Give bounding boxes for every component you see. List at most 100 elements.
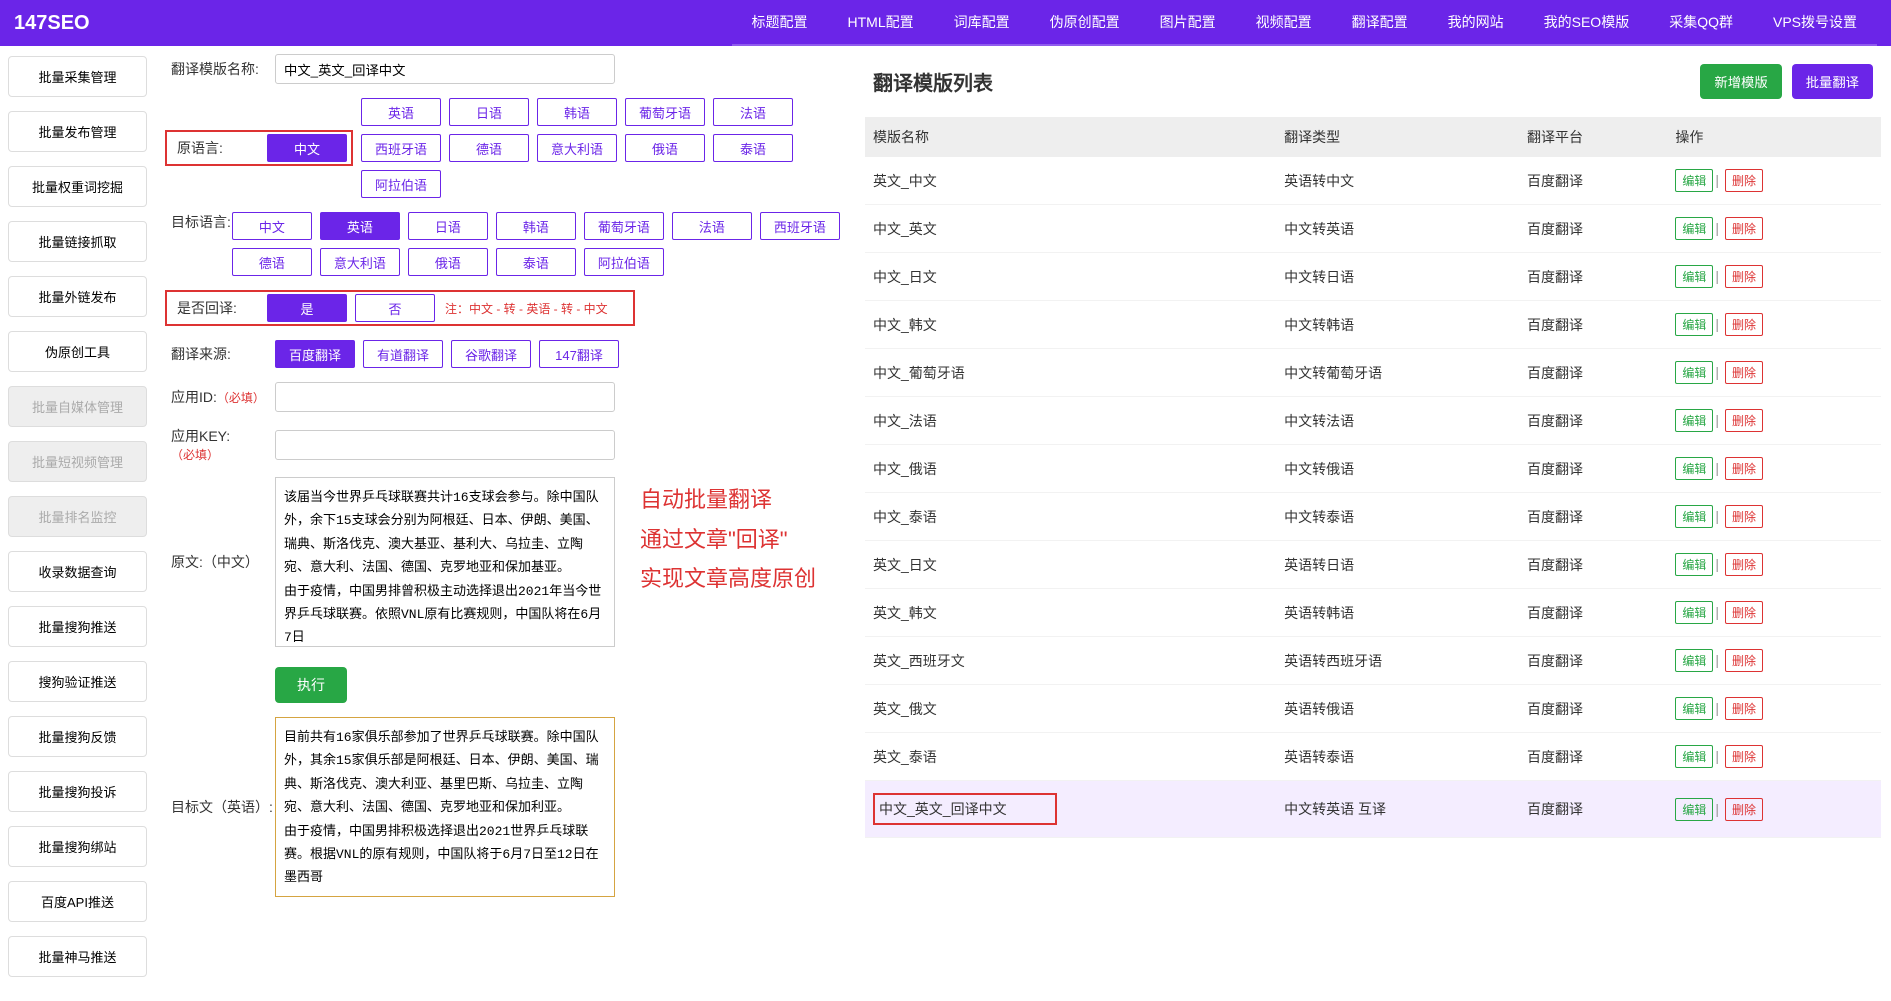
table-row[interactable]: 中文_俄语中文转俄语百度翻译编辑|删除 [865, 445, 1881, 493]
new-template-button[interactable]: 新增模版 [1700, 64, 1781, 99]
topnav-item[interactable]: 我的网站 [1428, 0, 1524, 46]
topnav-item[interactable]: HTML配置 [828, 0, 934, 46]
sidebar-item[interactable]: 搜狗验证推送 [8, 661, 147, 702]
topnav-item[interactable]: VPS拨号设置 [1753, 0, 1877, 46]
sidebar-item[interactable]: 收录数据查询 [8, 551, 147, 592]
appid-input[interactable] [275, 382, 615, 412]
srclang-opt-selected[interactable]: 中文 [267, 134, 347, 162]
topnav-item[interactable]: 视频配置 [1236, 0, 1332, 46]
lang-option[interactable]: 葡萄牙语 [584, 212, 664, 240]
edit-button[interactable]: 编辑 [1675, 361, 1713, 384]
edit-button[interactable]: 编辑 [1675, 649, 1713, 672]
edit-button[interactable]: 编辑 [1675, 697, 1713, 720]
sidebar-item[interactable]: 伪原创工具 [8, 331, 147, 372]
lang-option[interactable]: 葡萄牙语 [625, 98, 705, 126]
backtrans-option[interactable]: 否 [355, 294, 435, 322]
lang-option[interactable]: 泰语 [496, 248, 576, 276]
sidebar-item[interactable]: 批量搜狗投诉 [8, 771, 147, 812]
sidebar-item[interactable]: 批量搜狗绑站 [8, 826, 147, 867]
sidebar-item[interactable]: 批量神马推送 [8, 936, 147, 977]
tplname-input[interactable] [275, 54, 615, 84]
lang-option[interactable]: 法语 [713, 98, 793, 126]
srctext-input[interactable] [275, 477, 615, 647]
source-option[interactable]: 有道翻译 [363, 340, 443, 368]
sidebar-item[interactable]: 批量搜狗推送 [8, 606, 147, 647]
source-option[interactable]: 147翻译 [539, 340, 619, 368]
source-option[interactable]: 百度翻译 [275, 340, 355, 368]
edit-button[interactable]: 编辑 [1675, 457, 1713, 480]
delete-button[interactable]: 删除 [1725, 457, 1763, 480]
lang-option[interactable]: 德语 [449, 134, 529, 162]
sidebar-item[interactable]: 批量发布管理 [8, 111, 147, 152]
edit-button[interactable]: 编辑 [1675, 217, 1713, 240]
delete-button[interactable]: 删除 [1725, 217, 1763, 240]
delete-button[interactable]: 删除 [1725, 505, 1763, 528]
table-row[interactable]: 英文_西班牙文英语转西班牙语百度翻译编辑|删除 [865, 637, 1881, 685]
delete-button[interactable]: 删除 [1725, 601, 1763, 624]
topnav-item[interactable]: 采集QQ群 [1649, 0, 1753, 46]
sidebar-item[interactable]: 批量外链发布 [8, 276, 147, 317]
edit-button[interactable]: 编辑 [1675, 553, 1713, 576]
lang-option[interactable]: 日语 [408, 212, 488, 240]
table-row[interactable]: 英文_中文英语转中文百度翻译编辑|删除 [865, 157, 1881, 205]
topnav-item[interactable]: 词库配置 [934, 0, 1030, 46]
lang-option[interactable]: 西班牙语 [361, 134, 441, 162]
sidebar-item[interactable]: 百度API推送 [8, 881, 147, 922]
lang-option[interactable]: 中文 [232, 212, 312, 240]
delete-button[interactable]: 删除 [1725, 313, 1763, 336]
lang-option[interactable]: 西班牙语 [760, 212, 840, 240]
lang-option[interactable]: 德语 [232, 248, 312, 276]
lang-option[interactable]: 法语 [672, 212, 752, 240]
sidebar-item[interactable]: 批量采集管理 [8, 56, 147, 97]
table-row[interactable]: 英文_日文英语转日语百度翻译编辑|删除 [865, 541, 1881, 589]
table-row[interactable]: 中文_韩文中文转韩语百度翻译编辑|删除 [865, 301, 1881, 349]
lang-option[interactable]: 泰语 [713, 134, 793, 162]
lang-option[interactable]: 韩语 [496, 212, 576, 240]
table-row[interactable]: 中文_泰语中文转泰语百度翻译编辑|删除 [865, 493, 1881, 541]
backtrans-option[interactable]: 是 [267, 294, 347, 322]
lang-option[interactable]: 意大利语 [537, 134, 617, 162]
edit-button[interactable]: 编辑 [1675, 745, 1713, 768]
execute-button[interactable]: 执行 [275, 667, 347, 703]
edit-button[interactable]: 编辑 [1675, 505, 1713, 528]
sidebar-item[interactable]: 批量权重词挖掘 [8, 166, 147, 207]
lang-option[interactable]: 日语 [449, 98, 529, 126]
lang-option[interactable]: 阿拉伯语 [361, 170, 441, 198]
lang-option[interactable]: 阿拉伯语 [584, 248, 664, 276]
delete-button[interactable]: 删除 [1725, 169, 1763, 192]
source-option[interactable]: 谷歌翻译 [451, 340, 531, 368]
appkey-input[interactable] [275, 430, 615, 460]
lang-option[interactable]: 英语 [320, 212, 400, 240]
delete-button[interactable]: 删除 [1725, 745, 1763, 768]
delete-button[interactable]: 删除 [1725, 649, 1763, 672]
lang-option[interactable]: 俄语 [625, 134, 705, 162]
table-row[interactable]: 中文_日文中文转日语百度翻译编辑|删除 [865, 253, 1881, 301]
lang-option[interactable]: 俄语 [408, 248, 488, 276]
delete-button[interactable]: 删除 [1725, 361, 1763, 384]
topnav-item[interactable]: 我的SEO模版 [1524, 0, 1650, 46]
table-row[interactable]: 英文_韩文英语转韩语百度翻译编辑|删除 [865, 589, 1881, 637]
lang-option[interactable]: 韩语 [537, 98, 617, 126]
edit-button[interactable]: 编辑 [1675, 169, 1713, 192]
delete-button[interactable]: 删除 [1725, 265, 1763, 288]
lang-option[interactable]: 英语 [361, 98, 441, 126]
sidebar-item[interactable]: 批量链接抓取 [8, 221, 147, 262]
table-row[interactable]: 中文_法语中文转法语百度翻译编辑|删除 [865, 397, 1881, 445]
table-row[interactable]: 中文_葡萄牙语中文转葡萄牙语百度翻译编辑|删除 [865, 349, 1881, 397]
topnav-item[interactable]: 翻译配置 [1332, 0, 1428, 46]
delete-button[interactable]: 删除 [1725, 553, 1763, 576]
batch-translate-button[interactable]: 批量翻译 [1792, 64, 1873, 99]
delete-button[interactable]: 删除 [1725, 798, 1763, 821]
edit-button[interactable]: 编辑 [1675, 313, 1713, 336]
edit-button[interactable]: 编辑 [1675, 601, 1713, 624]
topnav-item[interactable]: 图片配置 [1140, 0, 1236, 46]
sidebar-item[interactable]: 批量搜狗反馈 [8, 716, 147, 757]
table-row[interactable]: 英文_泰语英语转泰语百度翻译编辑|删除 [865, 733, 1881, 781]
delete-button[interactable]: 删除 [1725, 697, 1763, 720]
tgttext-output[interactable] [275, 717, 615, 897]
edit-button[interactable]: 编辑 [1675, 265, 1713, 288]
edit-button[interactable]: 编辑 [1675, 409, 1713, 432]
topnav-item[interactable]: 标题配置 [732, 0, 828, 46]
edit-button[interactable]: 编辑 [1675, 798, 1713, 821]
topnav-item[interactable]: 伪原创配置 [1030, 0, 1140, 46]
